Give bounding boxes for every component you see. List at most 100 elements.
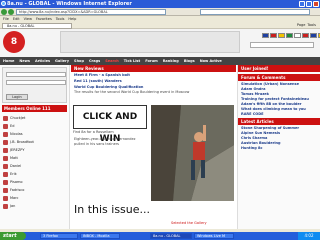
member-row[interactable]: J.B. Broadfoot [0,138,69,146]
password-field[interactable] [6,80,66,85]
address-bar: http://www.8a.nu/index.asp?CIDX=&ADR=GLO… [0,8,320,16]
system-clock[interactable]: 4:02 [298,232,320,240]
member-avatar-icon [3,163,8,169]
member-avatar-icon [3,131,8,137]
member-name: JEREZPY [10,148,25,152]
internet-explorer-icon [1,1,6,6]
member-row[interactable]: Erik [0,170,69,178]
climber-image [151,105,234,201]
nav-item-search[interactable]: Search [105,57,119,65]
forum-heading: Forum & Comments [238,74,320,81]
nav-item-blogs[interactable]: Blogs [184,57,195,65]
page-menu[interactable]: Page [297,23,305,28]
member-avatar-icon [3,139,8,145]
maximize-button[interactable] [306,1,312,7]
taskbar-item-active[interactable]: 8a.nu - GLOBAL [150,233,192,239]
taskbar-item[interactable]: 3 Firefox [40,233,78,239]
header-banner[interactable] [60,31,240,53]
language-flag-icon[interactable] [310,33,317,38]
member-row[interactable]: Pisamo [0,178,69,186]
language-flag-icon[interactable] [270,33,277,38]
login-box: Login [2,67,67,103]
member-avatar-icon [3,123,8,129]
window-title: 8a.nu - GLOBAL - Windows Internet Explor… [7,1,132,7]
member-name: Matt [10,156,18,160]
photo-caption[interactable]: Selected the Gallery [171,221,207,225]
language-flag-icon[interactable] [302,33,309,38]
tab-bar: 8a.nu - GLOBAL Page Tools [0,22,320,29]
language-flags [262,33,320,38]
nav-item-now-active[interactable]: Now Active [200,57,222,65]
member-row[interactable]: Daniel [0,162,69,170]
site-navbar: Home News Articles Gallery Shop Crags Search Ti… [0,57,320,65]
latest-article-item[interactable]: Hunting 8c [241,146,317,151]
member-name: Ed [10,124,15,128]
news-text: The results for the second World Cup Bou… [74,90,190,94]
nav-item-gallery[interactable]: Gallery [55,57,69,65]
member-name: Fadrisco [10,188,25,192]
site-logo[interactable]: 8 [3,31,25,53]
site-header: 8 [0,29,320,57]
back-icon[interactable] [1,9,7,15]
forward-icon[interactable] [8,9,14,15]
language-flag-icon[interactable] [278,33,285,38]
start-button[interactable]: start [0,232,26,240]
nav-item-home[interactable]: Home [3,57,14,65]
close-button[interactable] [313,1,319,7]
member-avatar-icon [3,115,8,121]
member-avatar-icon [3,203,8,209]
member-row[interactable]: Marc [0,194,69,202]
member-row[interactable]: Jan [0,202,69,210]
nav-item-forum[interactable]: Forum [145,57,158,65]
member-avatar-icon [3,195,8,201]
member-avatar-icon [3,147,8,153]
nav-item-shop[interactable]: Shop [74,57,84,65]
member-row[interactable]: Ed [0,122,69,130]
members-online-heading: Members Online 111 [2,105,67,112]
url-field[interactable]: http://www.8a.nu/index.asp?CIDX=&ADR=GLO… [16,9,166,15]
member-name: Erik [10,172,17,176]
username-field[interactable] [6,72,66,77]
members-list: ChuckJet Ed Nicolas J.B. Broadfoot JEREZPY Ma… [0,114,69,210]
member-row[interactable]: Fadrisco [0,186,69,194]
web-page: 8 Home News Articles Gallery Shop Crags Search… [0,29,320,229]
language-flag-icon[interactable] [294,33,301,38]
language-flag-icon[interactable] [286,33,293,38]
member-avatar-icon [3,179,8,185]
nav-item-ranking[interactable]: Ranking [163,57,179,65]
language-flag-icon[interactable] [262,33,269,38]
member-row[interactable]: Matt [0,154,69,162]
latest-articles-heading: Latest Articles [238,118,320,125]
member-avatar-icon [3,155,8,161]
taskbar: start 3 Firefox INBOX - Mozilla 8a.nu - … [0,232,320,240]
taskbar-item[interactable]: Windows Live M [194,233,234,239]
member-row[interactable]: ChuckJet [0,114,69,122]
user-joined-heading: User Joined! [238,65,320,72]
nav-item-tick-list[interactable]: Tick List [124,57,140,65]
minimize-button[interactable] [299,1,305,7]
news-heading: New Reviews [71,65,236,72]
browser-search-input[interactable] [200,9,310,15]
nav-item-crags[interactable]: Crags [89,57,100,65]
nav-item-news[interactable]: News [19,57,30,65]
main-column: New Reviews Meet 8 Firm - a Spanish bolt… [71,65,236,229]
nav-item-articles[interactable]: Articles [35,57,50,65]
member-name: J.B. Broadfoot [10,140,34,144]
left-column: Login Members Online 111 ChuckJet Ed Nicol… [0,65,70,229]
member-name: ChuckJet [10,116,26,120]
login-button[interactable]: Login [6,94,28,100]
member-name: Marc [10,196,19,200]
member-name: Daniel [10,164,22,168]
site-search-input[interactable] [250,42,314,48]
taskbar-item[interactable]: INBOX - Mozilla [80,233,120,239]
promo-caption[interactable]: Find 8a for a Rossellam [73,130,147,134]
member-row[interactable]: Nicolas [0,130,69,138]
tools-menu[interactable]: Tools [307,23,316,28]
member-row[interactable]: JEREZPY [0,146,69,154]
click-and-win-banner[interactable]: CLICK AND WIN [73,105,147,144]
latest-articles-list: Stone Sharpening of Summer Alpine Sun Nem… [238,125,320,152]
member-name: Pisamo [10,180,23,184]
in-this-issue-text: In this issue... [73,195,151,225]
climbing-photo[interactable] [151,105,234,201]
forum-item[interactable]: RARE CODE [241,112,317,117]
